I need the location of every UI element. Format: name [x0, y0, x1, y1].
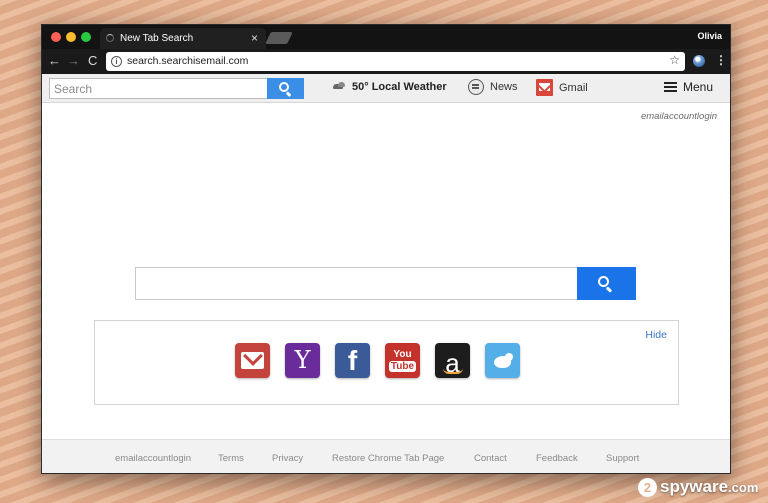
extension-toolbar: 50° Local Weather News Gmail Menu — [42, 74, 730, 103]
amazon-smile-icon — [442, 368, 463, 374]
footer-link-terms[interactable]: Terms — [218, 453, 244, 464]
footer-link-feedback[interactable]: Feedback — [536, 453, 578, 464]
footer-link-contact[interactable]: Contact — [474, 453, 507, 464]
forward-button[interactable]: → — [67, 53, 80, 69]
main-search-input[interactable] — [135, 267, 579, 300]
page-footer: emailaccountlogin Terms Privacy Restore … — [42, 439, 730, 473]
browser-window: New Tab Search × Olivia ← → C i search.s… — [41, 24, 731, 474]
youtube-shortcut-icon[interactable]: You Tube — [385, 343, 420, 378]
url-text[interactable]: search.searchisemail.com — [127, 55, 248, 67]
minimize-window-button[interactable] — [66, 32, 76, 42]
watermark-name: spyware — [660, 477, 729, 496]
quick-links-panel: Hide Y f You Tube a — [94, 320, 679, 405]
youtube-you-text: You — [393, 349, 412, 360]
watermark: 2 spyware.com — [638, 476, 758, 498]
hide-quick-links-link[interactable]: Hide — [645, 329, 667, 341]
close-window-button[interactable] — [51, 32, 61, 42]
menu-label: Menu — [682, 80, 713, 94]
envelope-icon — [241, 352, 264, 369]
gmail-link[interactable]: Gmail — [536, 79, 588, 96]
footer-link-emailaccountlogin[interactable]: emailaccountlogin — [115, 453, 191, 464]
footer-link-support[interactable]: Support — [606, 453, 639, 464]
toolbar-search-button[interactable] — [267, 78, 304, 99]
youtube-tube-text: Tube — [388, 361, 417, 372]
star-icon[interactable]: ☆ — [669, 53, 680, 67]
news-label: News — [490, 81, 518, 93]
twitter-shortcut-icon[interactable] — [485, 343, 520, 378]
gmail-label: Gmail — [559, 81, 588, 94]
weather-icon — [331, 82, 347, 92]
menu-icon — [663, 82, 677, 92]
gmail-icon — [536, 79, 553, 96]
watermark-logo: 2 — [638, 477, 657, 497]
back-button[interactable]: ← — [48, 53, 61, 69]
extension-icon[interactable] — [693, 55, 705, 67]
tab-title: New Tab Search — [120, 33, 194, 44]
address-bar[interactable]: i search.searchisemail.com ☆ — [106, 52, 685, 71]
profile-name[interactable]: Olivia — [697, 31, 722, 41]
menu-button[interactable]: Menu — [663, 80, 713, 94]
footer-link-restore-chrome-tab-page[interactable]: Restore Chrome Tab Page — [332, 453, 444, 464]
title-bar: New Tab Search × Olivia — [42, 25, 730, 49]
news-icon — [468, 79, 484, 95]
loading-spinner-icon — [106, 34, 114, 42]
news-link[interactable]: News — [468, 79, 518, 95]
gmail-shortcut-icon[interactable] — [235, 343, 270, 378]
main-search-button[interactable] — [577, 267, 636, 300]
search-icon — [598, 276, 614, 293]
search-icon — [279, 82, 293, 97]
browser-menu-icon[interactable]: ⋮ — [715, 53, 727, 67]
email-account-login-link[interactable]: emailaccountlogin — [641, 111, 717, 122]
facebook-shortcut-icon[interactable]: f — [335, 343, 370, 378]
weather-link[interactable]: 50° Local Weather — [331, 81, 447, 93]
toolbar-search-input[interactable] — [49, 78, 268, 99]
yahoo-shortcut-icon[interactable]: Y — [285, 343, 320, 378]
bird-icon — [492, 352, 514, 369]
browser-toolbar: ← → C i search.searchisemail.com ☆ ⋮ — [42, 49, 730, 74]
info-icon[interactable]: i — [111, 56, 122, 67]
footer-link-privacy[interactable]: Privacy — [272, 453, 303, 464]
new-tab-button[interactable] — [265, 32, 293, 44]
weather-label: 50° Local Weather — [352, 81, 447, 93]
watermark-text: spyware.com — [660, 477, 758, 497]
amazon-shortcut-icon[interactable]: a — [435, 343, 470, 378]
reload-button[interactable]: C — [88, 53, 97, 69]
maximize-window-button[interactable] — [81, 32, 91, 42]
watermark-suffix: .com — [728, 480, 759, 495]
tab-new-tab-search[interactable]: New Tab Search × — [100, 28, 266, 49]
tab-close-icon[interactable]: × — [251, 31, 258, 45]
